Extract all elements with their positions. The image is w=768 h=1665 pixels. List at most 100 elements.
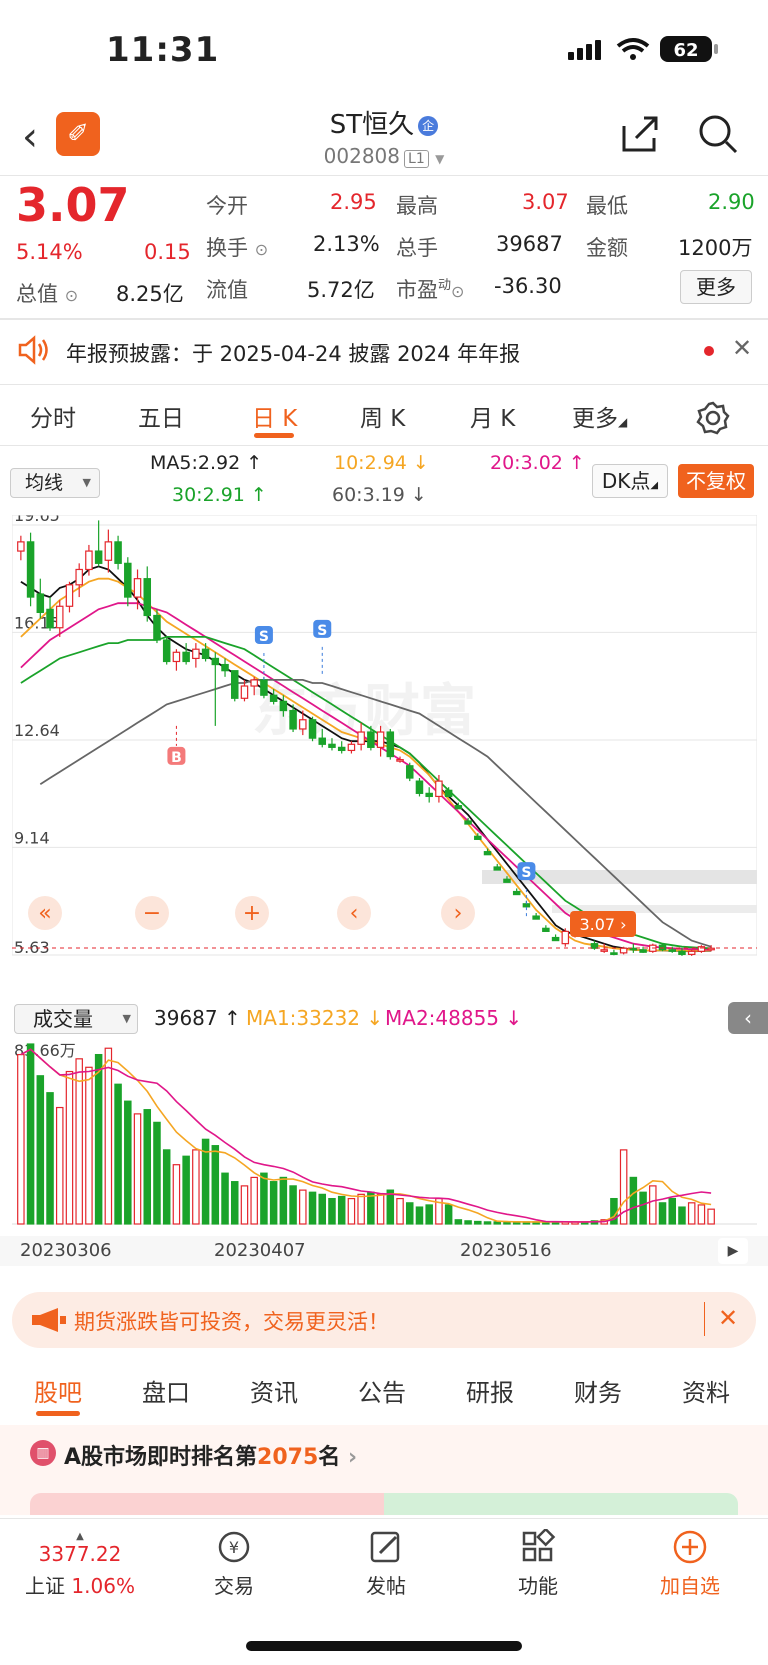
share-icon[interactable] [618,112,662,156]
unread-dot [704,346,714,356]
volume-bar [493,1221,502,1225]
volume-bar [36,1075,45,1225]
promo-banner[interactable]: 期货涨跌皆可投资，交易更灵活！ ✕ [12,1292,756,1348]
tab-announcement[interactable]: 公告 [358,1373,406,1408]
close-icon[interactable]: ✕ [732,334,752,362]
volume-bar [289,1185,297,1225]
tab-research[interactable]: 研报 [466,1373,514,1408]
candle [687,950,696,955]
tab-5day[interactable]: 五日 [138,399,184,433]
trade-button[interactable]: ¥ 交易 [174,1529,294,1599]
tab-finance[interactable]: 财务 [574,1373,622,1408]
change-pct: 5.14% [16,240,83,264]
kline-chart[interactable]: 19.65 16.15 12.64 9.14 5.63 东方财富 B S S S «− + ‹ › 3.07… [11,506,758,995]
date-label: 20230306 [20,1240,112,1261]
volume-bar [678,1206,686,1225]
pe-value: -36.30 [494,274,562,298]
index-value: 3377.22 [38,1542,122,1566]
volume-bar [55,1106,64,1225]
index-name: 上证 [25,1574,66,1598]
volume-select[interactable]: 成交量 ▼ [14,1004,138,1034]
indicator-select[interactable]: 均线 ▼ [10,468,100,498]
tab-more[interactable]: 更多◢ [572,399,627,433]
collapse-left-icon[interactable]: ‹ [728,1002,768,1034]
search-icon[interactable] [696,112,740,156]
tab-daily-k[interactable]: 日 K [252,399,297,433]
post-button[interactable]: 发帖 [326,1529,446,1599]
candle [444,789,453,798]
tab-monthly-k[interactable]: 月 K [470,399,515,433]
candle [474,835,482,840]
tab-pankou[interactable]: 盘口 [142,1373,190,1408]
gear-icon[interactable] [696,401,730,435]
rank-card[interactable]: ▥ A股市场即时排名第2075名 › [0,1425,768,1515]
candle [561,930,570,945]
sentiment-bar [30,1493,738,1515]
mcap-label: 总值 ⊙ [16,282,79,306]
turnover-label: 换手 ⊙ [206,236,269,260]
candle [289,709,297,730]
stock-name: ST恒久 [329,110,415,140]
index-pct: 1.06% [71,1574,135,1598]
nav-bar: ‹ ✐ ST恒久企 002808 L1 ▼ [0,100,768,176]
dk-point-button[interactable]: DK点◢ [592,464,668,498]
volume-bar [386,1189,395,1225]
kline-svg[interactable]: 19.6516.1512.649.145.63东方财富BS SS« − + ‹ › 3.07… [11,506,758,995]
no-adjust-button[interactable]: 不复权 [678,464,754,498]
close-icon[interactable]: ✕ [718,1304,738,1332]
functions-button[interactable]: 功能 [478,1527,598,1599]
more-button[interactable]: 更多 [680,270,752,304]
home-indicator [246,1641,522,1651]
mcap-value: 8.25亿 [116,282,184,306]
chart-control-icon: « [38,901,51,926]
volume-bar [65,1070,74,1225]
candle [522,903,531,908]
float-value: 5.72亿 [307,278,375,302]
candle [26,541,35,598]
volume-bar [250,1176,258,1225]
volume-bar [697,1204,706,1225]
candle [221,663,229,672]
candle [46,608,54,629]
plus-circle-icon [673,1530,707,1564]
battery-level: 62 [673,40,698,61]
volume-bar [474,1220,482,1225]
volume-bar [240,1185,249,1225]
notice-bar[interactable]: 年报预披露：于 2025-04-24 披露 2024 年年报 ✕ [0,320,768,382]
volume-bar [357,1193,365,1225]
play-icon[interactable]: ▶ [718,1238,748,1264]
volume-bar [104,1047,113,1225]
candle [250,679,258,687]
candle [162,639,171,663]
candle [114,541,122,564]
promo-text: 期货涨跌皆可投资，交易更灵活！ [74,1310,389,1334]
volume-value: 39687 [496,232,563,256]
volume-bar [26,1043,35,1225]
index-widget[interactable]: ▲ 3377.22 上证 1.06% [20,1531,140,1599]
tab-weekly-k[interactable]: 周 K [360,399,405,433]
volume-bar [639,1191,647,1225]
candle [415,780,424,794]
tab-profile[interactable]: 资料 [682,1373,730,1408]
add-watchlist-button[interactable]: 加自选 [630,1529,750,1599]
ma-line-ma20 [20,602,712,951]
level-badge: L1 [404,150,429,168]
candle [483,851,492,856]
volume-chart[interactable]: 83.66万 [12,1036,757,1232]
tab-fenshi[interactable]: 分时 [30,399,76,433]
chart-control-icon: − [143,901,161,926]
volume-bar [483,1221,492,1225]
status-bar: 11:31 62 [0,0,768,95]
volume-bar [153,1121,161,1225]
period-tabs: 分时 五日 日 K 周 K 月 K 更多◢ [0,385,768,445]
tab-news[interactable]: 资讯 [250,1373,298,1408]
candle [405,765,414,779]
candle [104,541,113,561]
volume-bar [299,1189,307,1225]
volume-bar [230,1181,239,1225]
candle [55,605,64,629]
tab-guba[interactable]: 股吧 [34,1373,82,1408]
candle [357,731,365,745]
candle [124,562,132,598]
candle [182,651,190,663]
